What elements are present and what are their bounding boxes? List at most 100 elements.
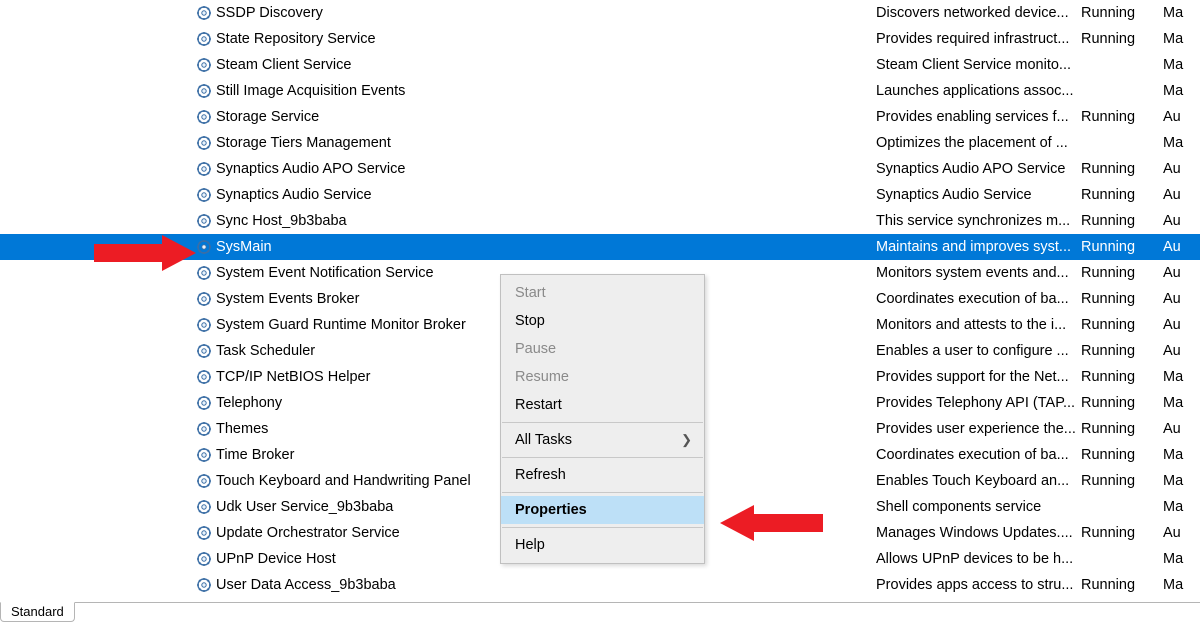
service-startup-type: Ma (1163, 31, 1200, 47)
ctx-all-tasks-label: All Tasks (515, 432, 572, 448)
gear-icon (196, 499, 212, 515)
service-description: Coordinates execution of ba... (876, 291, 1081, 307)
gear-icon (196, 187, 212, 203)
service-description: Provides apps access to stru... (876, 577, 1081, 593)
service-status: Running (1081, 317, 1163, 333)
ctx-all-tasks[interactable]: All Tasks ❯ (501, 426, 704, 454)
ctx-resume[interactable]: Resume (501, 363, 704, 391)
service-status: Running (1081, 31, 1163, 47)
gear-icon (196, 31, 212, 47)
service-name: Synaptics Audio APO Service (216, 161, 876, 177)
chevron-right-icon: ❯ (681, 432, 692, 448)
gear-icon (196, 551, 212, 567)
service-startup-type: Au (1163, 265, 1200, 281)
service-startup-type: Ma (1163, 447, 1200, 463)
gear-icon (196, 265, 212, 281)
service-name: Sync Host_9b3baba (216, 213, 876, 229)
gear-icon (196, 317, 212, 333)
service-description: Provides Telephony API (TAP... (876, 395, 1081, 411)
service-startup-type: Au (1163, 317, 1200, 333)
ctx-stop[interactable]: Stop (501, 307, 704, 335)
service-description: Manages Windows Updates.... (876, 525, 1081, 541)
service-description: Monitors and attests to the i... (876, 317, 1081, 333)
ctx-separator (502, 527, 703, 528)
ctx-restart[interactable]: Restart (501, 391, 704, 419)
service-row[interactable]: SSDP DiscoveryDiscovers networked device… (0, 0, 1200, 26)
service-description: Provides enabling services f... (876, 109, 1081, 125)
gear-icon (196, 57, 212, 73)
gear-icon (196, 109, 212, 125)
ctx-properties[interactable]: Properties (501, 496, 704, 524)
service-startup-type: Ma (1163, 57, 1200, 73)
ctx-separator (502, 492, 703, 493)
gear-icon (196, 525, 212, 541)
annotation-arrow (94, 244, 164, 262)
service-row[interactable]: Steam Client ServiceSteam Client Service… (0, 52, 1200, 78)
service-startup-type: Ma (1163, 135, 1200, 151)
service-description: This service synchronizes m... (876, 213, 1081, 229)
service-startup-type: Ma (1163, 83, 1200, 99)
service-name: Still Image Acquisition Events (216, 83, 876, 99)
ctx-start[interactable]: Start (501, 279, 704, 307)
service-description: Maintains and improves syst... (876, 239, 1081, 255)
gear-icon (196, 343, 212, 359)
service-name: User Data Access_9b3baba (216, 577, 876, 593)
service-startup-type: Ma (1163, 499, 1200, 515)
service-status: Running (1081, 369, 1163, 385)
service-status: Running (1081, 291, 1163, 307)
service-row[interactable]: Storage Tiers ManagementOptimizes the pl… (0, 130, 1200, 156)
service-startup-type: Au (1163, 343, 1200, 359)
service-status: Running (1081, 5, 1163, 21)
ctx-help[interactable]: Help (501, 531, 704, 559)
service-status: Running (1081, 109, 1163, 125)
service-startup-type: Au (1163, 109, 1200, 125)
service-startup-type: Ma (1163, 551, 1200, 567)
gear-icon (196, 291, 212, 307)
service-status: Running (1081, 525, 1163, 541)
context-menu: Start Stop Pause Resume Restart All Task… (500, 274, 705, 564)
service-description: Enables a user to configure ... (876, 343, 1081, 359)
service-status: Running (1081, 187, 1163, 203)
service-startup-type: Ma (1163, 5, 1200, 21)
service-row[interactable]: Synaptics Audio APO ServiceSynaptics Aud… (0, 156, 1200, 182)
service-row[interactable]: Still Image Acquisition EventsLaunches a… (0, 78, 1200, 104)
service-row[interactable]: Sync Host_9b3babaThis service synchroniz… (0, 208, 1200, 234)
service-name: Synaptics Audio Service (216, 187, 876, 203)
service-description: Provides support for the Net... (876, 369, 1081, 385)
service-description: Provides required infrastruct... (876, 31, 1081, 47)
service-description: Discovers networked device... (876, 5, 1081, 21)
ctx-properties-label: Properties (515, 502, 587, 518)
service-status: Running (1081, 213, 1163, 229)
service-description: Synaptics Audio Service (876, 187, 1081, 203)
service-status: Running (1081, 343, 1163, 359)
service-startup-type: Ma (1163, 369, 1200, 385)
service-description: Optimizes the placement of ... (876, 135, 1081, 151)
service-description: Monitors system events and... (876, 265, 1081, 281)
tab-standard[interactable]: Standard (0, 602, 75, 622)
gear-icon (196, 577, 212, 593)
service-status: Running (1081, 577, 1163, 593)
service-startup-type: Au (1163, 421, 1200, 437)
gear-icon (196, 421, 212, 437)
service-status: Running (1081, 421, 1163, 437)
ctx-separator (502, 457, 703, 458)
service-row[interactable]: User Data Access_9b3babaProvides apps ac… (0, 572, 1200, 598)
service-startup-type: Au (1163, 525, 1200, 541)
gear-icon (196, 395, 212, 411)
service-name: Storage Service (216, 109, 876, 125)
gear-icon (196, 83, 212, 99)
gear-icon (196, 5, 212, 21)
service-startup-type: Au (1163, 187, 1200, 203)
service-status: Running (1081, 447, 1163, 463)
service-row[interactable]: Synaptics Audio ServiceSynaptics Audio S… (0, 182, 1200, 208)
ctx-refresh[interactable]: Refresh (501, 461, 704, 489)
service-status: Running (1081, 473, 1163, 489)
service-row[interactable]: State Repository ServiceProvides require… (0, 26, 1200, 52)
service-startup-type: Au (1163, 291, 1200, 307)
service-name: Storage Tiers Management (216, 135, 876, 151)
ctx-pause[interactable]: Pause (501, 335, 704, 363)
service-status: Running (1081, 239, 1163, 255)
service-row[interactable]: Storage ServiceProvides enabling service… (0, 104, 1200, 130)
service-startup-type: Au (1163, 239, 1200, 255)
annotation-arrow (753, 514, 823, 532)
